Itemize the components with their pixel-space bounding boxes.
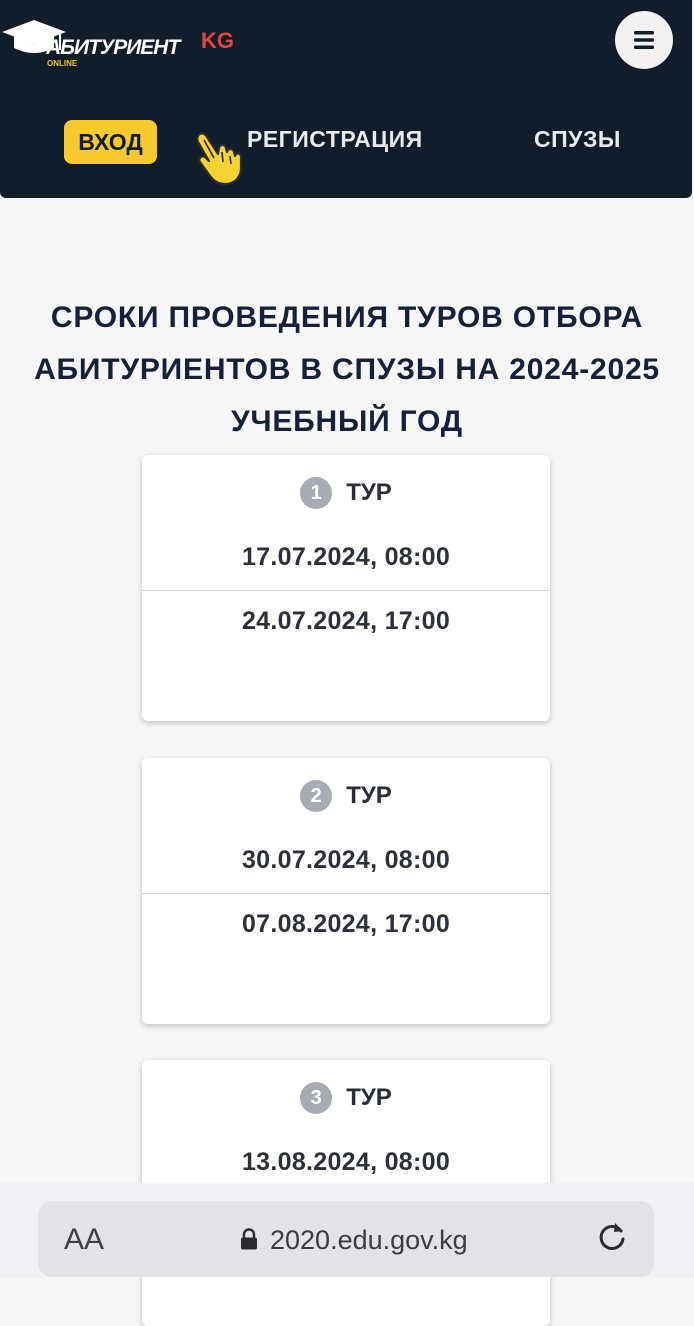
page-title: СРОКИ ПРОВЕДЕНИЯ ТУРОВ ОТБОРА АБИТУРИЕНТ… [34, 301, 660, 438]
url-field[interactable]: AA 2020.edu.gov.kg [38, 1201, 654, 1277]
reload-icon[interactable] [594, 1219, 630, 1255]
round-label: ТУР [346, 1084, 392, 1111]
round-start-date: 17.07.2024, 08:00 [241, 543, 451, 571]
menu-button[interactable] [615, 11, 673, 69]
logo-text: АБИТУРИЕНТ [46, 36, 180, 59]
site-header: АБИТУРИЕНТ ONLINE KG ВХОД РЕГИСТРАЦИЯ СП… [0, 0, 692, 198]
divider [142, 590, 550, 591]
round-number-badge: 1 [300, 477, 333, 509]
logo-subtitle: ONLINE [47, 59, 78, 68]
round-header: 1 ТУР [142, 477, 550, 509]
nav-login-button[interactable]: ВХОД [64, 120, 157, 164]
round-header: 2 ТУР [142, 780, 550, 812]
url-text: 2020.edu.gov.kg [270, 1225, 468, 1255]
text-size-button[interactable]: AA [64, 1223, 104, 1257]
round-label: ТУР [346, 782, 392, 809]
round-start-date: 13.08.2024, 08:00 [241, 1148, 451, 1176]
divider [142, 893, 550, 894]
logo[interactable]: АБИТУРИЕНТ ONLINE [0, 14, 180, 70]
browser-address-bar: AA 2020.edu.gov.kg [0, 1183, 694, 1277]
round-number-badge: 2 [300, 780, 333, 812]
round-header: 3 ТУР [142, 1082, 550, 1114]
round-start-date: 30.07.2024, 08:00 [241, 846, 451, 874]
round-label: ТУР [346, 479, 392, 506]
round-card: 2 ТУР 30.07.2024, 08:00 07.08.2024, 17:0… [142, 758, 550, 1024]
lock-icon [241, 1228, 257, 1250]
round-card: 1 ТУР 17.07.2024, 08:00 24.07.2024, 17:0… [142, 455, 550, 721]
nav-spuzy-link[interactable]: СПУЗЫ [534, 126, 621, 153]
round-end-date: 07.08.2024, 17:00 [241, 910, 451, 938]
language-switch[interactable]: KG [201, 28, 234, 54]
pointer-hand-icon [196, 132, 243, 186]
hamburger-icon [634, 31, 654, 49]
text-size-label: AA [64, 1223, 105, 1256]
round-end-date: 24.07.2024, 17:00 [241, 607, 451, 635]
round-number-badge: 3 [300, 1082, 333, 1114]
nav-register-link[interactable]: РЕГИСТРАЦИЯ [247, 126, 423, 153]
